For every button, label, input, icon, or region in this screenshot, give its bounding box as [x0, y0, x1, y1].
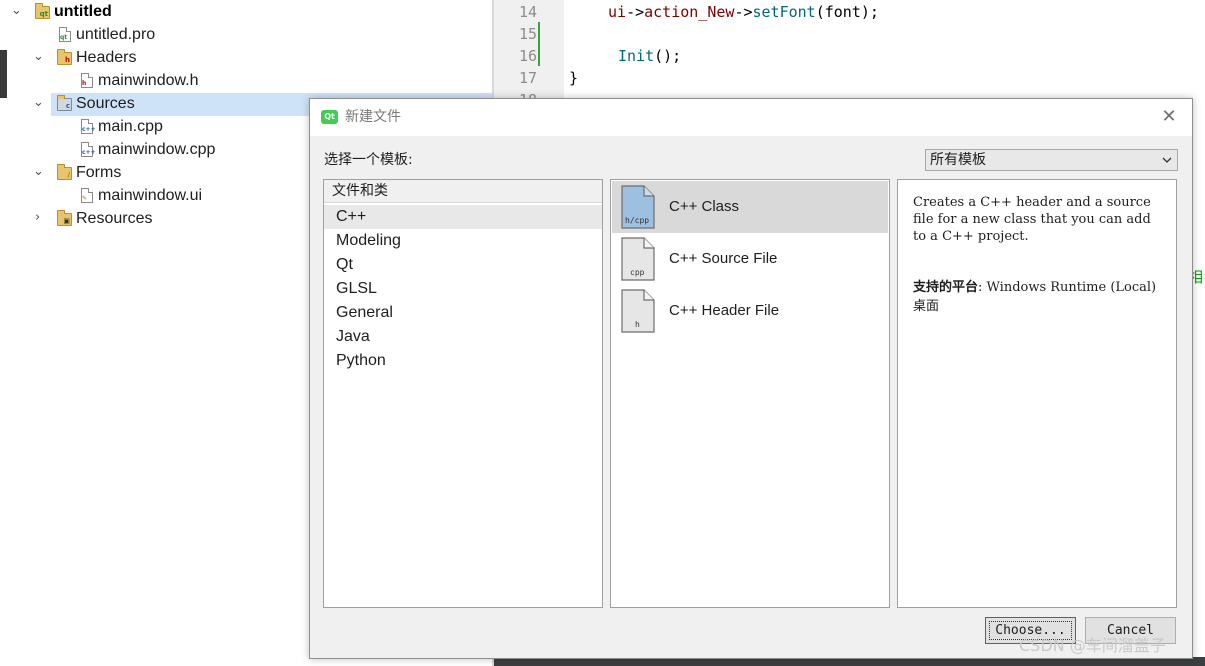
diff-change-marker — [538, 22, 540, 66]
tree-item-untitled-pro[interactable]: qt untitled.pro — [0, 24, 492, 47]
close-icon[interactable]: ✕ — [1159, 107, 1179, 127]
code-line-17: } — [569, 69, 579, 87]
template-name: C++ Header File — [669, 302, 780, 319]
category-label: GLSL — [336, 280, 377, 297]
tree-item-label: Sources — [76, 95, 135, 112]
icon-text: cpp — [630, 268, 645, 277]
category-label: General — [336, 304, 393, 321]
line-number: 14 — [518, 3, 537, 21]
code-token: action_New — [644, 3, 735, 21]
category-label: Java — [336, 328, 370, 345]
template-description: Creates a C++ header and a source file f… — [897, 179, 1177, 608]
category-item-glsl[interactable]: GLSL — [324, 277, 602, 301]
chevron-right-icon[interactable]: › — [35, 211, 47, 225]
supported-platforms: 支持的平台: Windows Runtime (Local) 桌面 — [913, 278, 1163, 316]
tree-item-label: Headers — [76, 49, 137, 66]
line-number: 15 — [518, 25, 537, 43]
category-label: Qt — [336, 256, 353, 273]
template-filter-value: 所有模板 — [930, 152, 986, 168]
code-token: ui — [608, 3, 627, 21]
chevron-down-icon[interactable]: ⌄ — [33, 96, 45, 110]
tree-item-label: Forms — [76, 164, 122, 181]
category-label: C++ — [336, 208, 367, 225]
description-text: Creates a C++ header and a source file f… — [913, 195, 1151, 244]
code-token: -> — [626, 3, 645, 21]
category-group-label: 文件和类 — [332, 183, 388, 199]
tree-item-label: mainwindow.h — [98, 72, 199, 89]
forms-folder-icon: / — [57, 164, 72, 181]
category-label: Modeling — [336, 232, 401, 249]
tree-item-headers[interactable]: ⌄ h Headers — [0, 47, 492, 70]
tree-item-mainwindow-h[interactable]: h mainwindow.h — [0, 70, 492, 93]
tree-item-untitled[interactable]: ⌄ qt untitled — [0, 1, 492, 24]
code-token: (); — [654, 47, 682, 65]
icon-text: h/cpp — [625, 216, 649, 225]
category-item-qt[interactable]: Qt — [324, 253, 602, 277]
choose-template-label: 选择一个模板: — [324, 152, 413, 168]
dialog-titlebar[interactable]: Qt 新建文件 ✕ — [310, 99, 1192, 136]
template-item-cpp-source[interactable]: cpp C++ Source File — [612, 233, 888, 285]
chevron-down-icon — [1162, 157, 1172, 163]
qt-project-icon: qt — [35, 3, 50, 20]
cpp-source-file-icon: cpp — [621, 237, 655, 281]
line-number: 16 — [518, 47, 537, 65]
category-label: Python — [336, 352, 386, 369]
chevron-down-icon[interactable]: ⌄ — [11, 4, 23, 18]
line-number: 17 — [518, 69, 537, 87]
qt-logo-icon: Qt — [321, 110, 338, 124]
cpp-file-icon: c++ — [79, 119, 96, 135]
resources-folder-icon: ▣ — [57, 210, 72, 227]
cpp-header-file-icon: h — [621, 289, 655, 333]
header-file-icon: h — [79, 73, 93, 89]
icon-text: h — [635, 320, 640, 329]
cpp-class-file-icon: h/cpp — [621, 185, 655, 229]
headers-folder-icon: h — [57, 49, 72, 66]
category-item-python[interactable]: Python — [324, 349, 602, 373]
platform-label: 支持的平台 — [913, 280, 979, 295]
template-filter-select[interactable]: 所有模板 — [925, 149, 1178, 171]
tree-item-label: Resources — [76, 210, 153, 227]
watermark-text: CSDN @车间溜盖子 — [1019, 636, 1166, 655]
code-token: setFont — [752, 3, 816, 21]
dialog-title: 新建文件 — [345, 109, 401, 125]
pro-file-icon: qt — [57, 27, 71, 43]
category-item-java[interactable]: Java — [324, 325, 602, 349]
chevron-down-icon[interactable]: ⌄ — [33, 165, 45, 179]
new-file-dialog: Qt 新建文件 ✕ 选择一个模板: 所有模板 文件和类 C++ Modeling… — [309, 98, 1193, 659]
code-token: Init — [618, 47, 655, 65]
tree-item-label: mainwindow.ui — [98, 187, 203, 204]
category-item-cpp[interactable]: C++ — [324, 205, 602, 229]
category-list[interactable]: 文件和类 C++ Modeling Qt GLSL General Java P… — [323, 179, 603, 608]
template-item-cpp-class[interactable]: h/cpp C++ Class — [612, 181, 888, 233]
tree-item-label: main.cpp — [98, 118, 163, 135]
cpp-file-icon: c++ — [79, 142, 96, 158]
category-item-modeling[interactable]: Modeling — [324, 229, 602, 253]
template-name: C++ Source File — [669, 250, 778, 267]
template-item-cpp-header[interactable]: h C++ Header File — [612, 285, 888, 337]
template-name: C++ Class — [669, 198, 740, 215]
tree-item-label: mainwindow.cpp — [98, 141, 216, 158]
template-list[interactable]: h/cpp C++ Class cpp C++ Source File h C+… — [610, 179, 890, 608]
tree-item-label: untitled.pro — [76, 26, 156, 43]
sources-folder-icon: c — [57, 95, 72, 112]
ui-file-icon: ✎ — [79, 188, 93, 204]
code-line-16: Init(); — [618, 45, 681, 67]
code-token: (font); — [815, 3, 879, 21]
category-group-header[interactable]: 文件和类 — [324, 180, 602, 203]
category-item-general[interactable]: General — [324, 301, 602, 325]
chevron-down-icon[interactable]: ⌄ — [33, 50, 45, 64]
code-line-14: ui->action_New->setFont(font); — [608, 1, 879, 23]
code-token: -> — [734, 3, 753, 21]
tree-item-label: untitled — [54, 3, 112, 20]
